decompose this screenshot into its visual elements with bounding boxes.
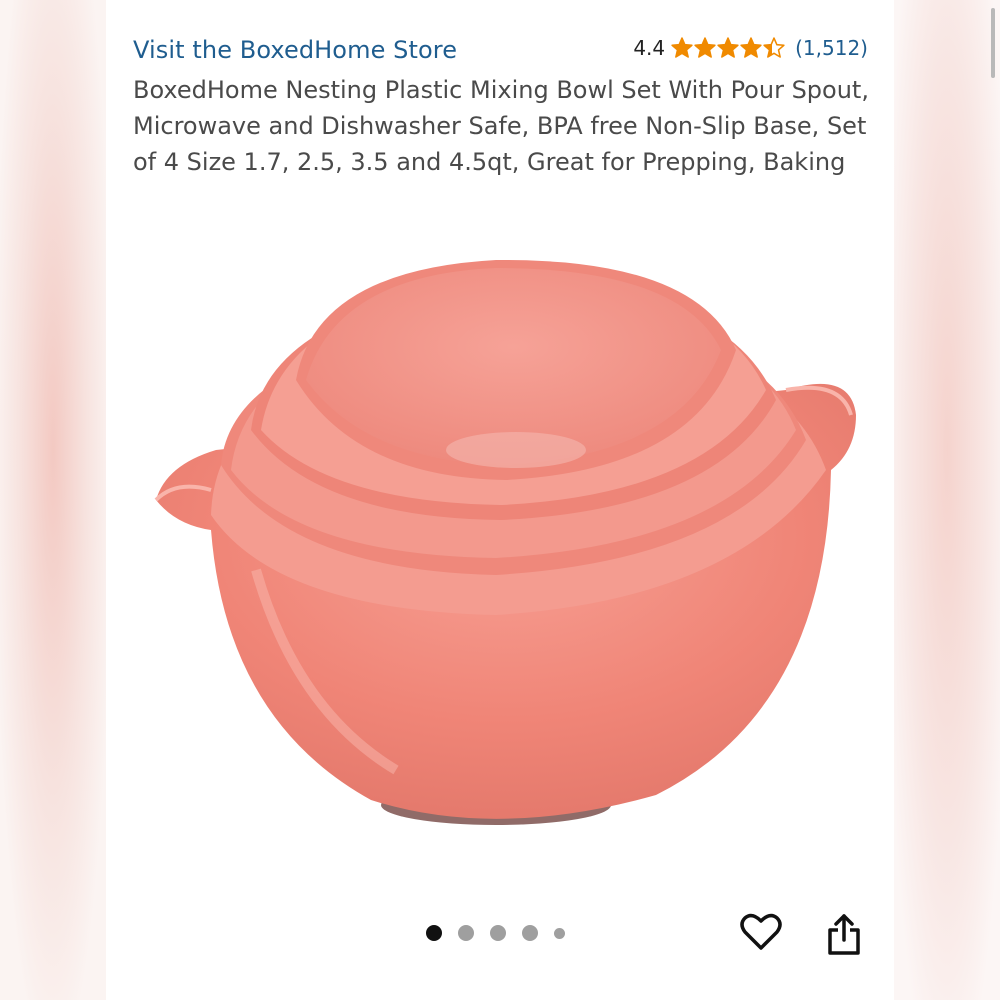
review-count-link[interactable]: (1,512): [795, 36, 868, 60]
favorite-button[interactable]: [740, 912, 782, 956]
star-icon: [740, 37, 762, 59]
pagination-dot[interactable]: [490, 925, 506, 941]
share-icon: [828, 914, 860, 955]
star-icon: [763, 37, 785, 59]
rating-row[interactable]: 4.4 (1,512): [633, 36, 868, 60]
background-blur-right: [894, 0, 1000, 1000]
share-button[interactable]: [826, 912, 862, 960]
heart-icon: [740, 913, 782, 950]
pagination-dot[interactable]: [426, 925, 442, 941]
product-title: BoxedHome Nesting Plastic Mixing Bowl Se…: [133, 76, 869, 176]
scrollbar[interactable]: [991, 8, 995, 78]
star-icon: [671, 37, 693, 59]
background-blur-left: [0, 0, 106, 1000]
star-rating: [671, 37, 785, 59]
store-link[interactable]: Visit the BoxedHome Store: [133, 36, 457, 64]
product-image[interactable]: [136, 240, 866, 860]
product-photo-nesting-bowls: [154, 259, 856, 825]
pagination-dot[interactable]: [554, 927, 565, 939]
star-icon: [694, 37, 716, 59]
rating-value: 4.4: [633, 36, 666, 60]
image-pagination[interactable]: [426, 925, 565, 941]
pagination-dot[interactable]: [522, 925, 538, 941]
product-card: Visit the BoxedHome Store 4.4 (1,512) Bo…: [106, 0, 995, 1000]
star-icon: [717, 37, 739, 59]
pagination-dot[interactable]: [458, 925, 474, 941]
